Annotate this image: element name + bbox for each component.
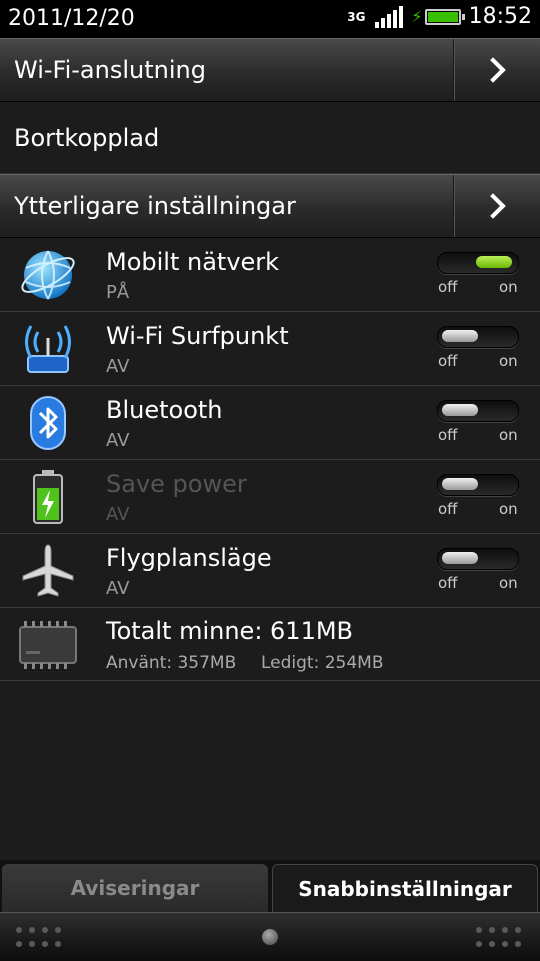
airplane-mode-toggle[interactable] — [437, 548, 519, 570]
setting-title: Flygplansläge — [106, 544, 272, 572]
mobile-network-toggle[interactable] — [437, 252, 519, 274]
wifi-hotspot-icon — [25, 325, 71, 373]
toggle-off-label: off — [438, 500, 458, 518]
setting-airplane-mode[interactable]: Flygplansläge AV off on — [0, 534, 540, 608]
toggle-on-label: on — [499, 500, 518, 518]
memory-used: Använt: 357MB — [106, 653, 237, 673]
grip-dots-left-icon — [16, 927, 61, 947]
chevron-right-icon — [480, 193, 506, 219]
status-time: 18:52 — [468, 4, 532, 29]
setting-title: Mobilt nätverk — [106, 248, 280, 276]
setting-state: AV — [106, 356, 130, 377]
more-settings-arrow-button[interactable] — [453, 175, 540, 237]
bluetooth-icon — [30, 396, 66, 450]
setting-bluetooth[interactable]: Bluetooth AV off on — [0, 386, 540, 460]
setting-state: PÅ — [106, 282, 130, 303]
setting-title: Save power — [106, 470, 247, 498]
network-type-icon: 3G — [347, 9, 366, 24]
setting-save-power[interactable]: Save power AV off on — [0, 460, 540, 534]
globe-icon — [21, 250, 75, 300]
wifi-connection-arrow-button[interactable] — [453, 39, 540, 101]
setting-wifi-hotspot[interactable]: Wi-Fi Surfpunkt AV off on — [0, 312, 540, 386]
charging-icon: ⚡ — [411, 7, 423, 26]
wifi-connection-row[interactable]: Wi-Fi-anslutning — [0, 38, 540, 102]
memory-free: Ledigt: 254MB — [261, 653, 384, 673]
setting-title: Wi-Fi Surfpunkt — [106, 322, 289, 350]
drawer-handle-icon[interactable] — [262, 929, 278, 945]
toggle-off-label: off — [438, 352, 458, 370]
setting-state: AV — [106, 504, 130, 525]
wifi-hotspot-toggle[interactable] — [437, 326, 519, 348]
more-settings-row[interactable]: Ytterligare inställningar — [0, 174, 540, 238]
toggle-on-label: on — [499, 574, 518, 592]
save-power-toggle[interactable] — [437, 474, 519, 496]
wifi-status-label: Bortkopplad — [14, 124, 160, 152]
setting-title: Bluetooth — [106, 396, 223, 424]
tab-quick-settings[interactable]: Snabbinställningar — [272, 864, 538, 912]
bluetooth-toggle[interactable] — [437, 400, 519, 422]
memory-row[interactable]: Totalt minne: 611MB Använt: 357MB Ledigt… — [0, 607, 540, 681]
signal-strength-icon — [375, 5, 404, 28]
battery-icon — [424, 8, 465, 25]
toggle-off-label: off — [438, 426, 458, 444]
drawer-handle-bar[interactable] — [0, 912, 540, 961]
toggle-on-label: on — [499, 278, 518, 296]
toggle-on-label: on — [499, 426, 518, 444]
tab-notifications[interactable]: Aviseringar — [2, 864, 268, 912]
wifi-status-row[interactable]: Bortkopplad — [0, 102, 540, 174]
wifi-connection-label: Wi-Fi-anslutning — [14, 56, 206, 84]
status-bar: 2011/12/20 3G ⚡ 18:52 — [0, 0, 540, 38]
status-icons: 3G ⚡ 18:52 — [345, 4, 532, 29]
toggle-on-label: on — [499, 352, 518, 370]
memory-chip-icon — [19, 621, 77, 669]
airplane-icon — [22, 544, 74, 597]
setting-mobile-network[interactable]: Mobilt nätverk PÅ off on — [0, 238, 540, 312]
status-date: 2011/12/20 — [8, 6, 135, 31]
toggle-off-label: off — [438, 574, 458, 592]
bottom-tabs: Aviseringar Snabbinställningar — [0, 860, 540, 912]
more-settings-label: Ytterligare inställningar — [14, 192, 296, 220]
setting-state: AV — [106, 430, 130, 451]
chevron-right-icon — [480, 57, 506, 83]
memory-total: Totalt minne: 611MB — [106, 617, 354, 645]
grip-dots-right-icon — [476, 927, 521, 947]
battery-saver-icon — [33, 470, 63, 524]
toggle-off-label: off — [438, 278, 458, 296]
setting-state: AV — [106, 578, 130, 599]
